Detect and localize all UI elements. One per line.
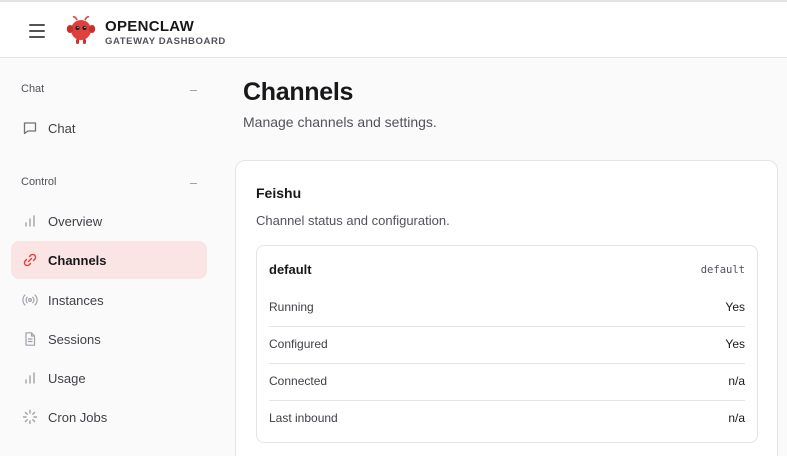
sidebar-item-overview[interactable]: Overview bbox=[11, 202, 207, 240]
openclaw-logo bbox=[66, 16, 96, 44]
sidebar-item-usage[interactable]: Usage bbox=[11, 359, 207, 397]
collapse-icon[interactable] bbox=[190, 90, 197, 91]
card-title: Feishu bbox=[256, 185, 302, 201]
main-content: Channels Manage channels and settings. F… bbox=[219, 58, 787, 456]
sidebar-item-sessions[interactable]: Sessions bbox=[11, 320, 207, 358]
account-name: default bbox=[269, 262, 312, 277]
sidebar-item-label: Sessions bbox=[48, 332, 101, 347]
menu-icon[interactable] bbox=[29, 24, 45, 38]
file-text-icon bbox=[25, 332, 36, 346]
sidebar: Chat Chat Control Overview Channels Inst… bbox=[0, 58, 219, 456]
link-icon bbox=[23, 253, 37, 267]
radio-icon bbox=[22, 294, 38, 306]
sidebar-item-cron-jobs[interactable]: Cron Jobs bbox=[11, 398, 207, 436]
top-bar: OPENCLAW GATEWAY DASHBOARD bbox=[0, 0, 787, 58]
brand-subtitle: GATEWAY DASHBOARD bbox=[105, 36, 226, 47]
status-row-configured: Configured Yes bbox=[269, 327, 745, 364]
sidebar-section-chat-title: Chat bbox=[21, 83, 45, 95]
sidebar-item-label: Chat bbox=[48, 121, 76, 136]
sidebar-item-label: Instances bbox=[48, 293, 104, 308]
status-row-connected: Connected n/a bbox=[269, 364, 745, 401]
sidebar-item-instances[interactable]: Instances bbox=[11, 281, 207, 319]
sidebar-item-channels[interactable]: Channels bbox=[11, 241, 207, 279]
bar-chart-icon bbox=[25, 372, 35, 384]
status-row-last-inbound: Last inbound n/a bbox=[269, 401, 745, 438]
status-value: n/a bbox=[728, 374, 745, 388]
status-value: Yes bbox=[725, 337, 745, 351]
sidebar-item-label: Overview bbox=[48, 214, 103, 229]
sidebar-item-label: Usage bbox=[48, 371, 86, 386]
status-value: n/a bbox=[728, 411, 745, 425]
bar-chart-icon bbox=[25, 215, 35, 227]
status-value: Yes bbox=[725, 300, 745, 314]
status-label: Last inbound bbox=[269, 411, 338, 425]
sidebar-section-control-title: Control bbox=[21, 176, 57, 188]
collapse-icon[interactable] bbox=[190, 183, 197, 184]
account-id-tag: default bbox=[700, 264, 745, 276]
account-panel: default default Running Yes Configured Y… bbox=[256, 245, 758, 443]
sidebar-item-label: Cron Jobs bbox=[48, 410, 108, 425]
status-label: Running bbox=[269, 300, 314, 314]
sidebar-item-chat[interactable]: Chat bbox=[11, 109, 207, 147]
loader-icon bbox=[22, 409, 38, 425]
brand-name: OPENCLAW bbox=[105, 18, 195, 35]
status-label: Configured bbox=[269, 337, 328, 351]
status-row-running: Running Yes bbox=[269, 290, 745, 327]
message-square-icon bbox=[23, 122, 37, 135]
channel-card-feishu: Feishu Channel status and configuration.… bbox=[235, 160, 778, 456]
page-subtitle: Manage channels and settings. bbox=[243, 114, 437, 130]
page-title: Channels bbox=[243, 78, 354, 106]
card-subtitle: Channel status and configuration. bbox=[256, 213, 450, 228]
sidebar-item-label: Channels bbox=[48, 253, 107, 268]
status-label: Connected bbox=[269, 374, 328, 388]
